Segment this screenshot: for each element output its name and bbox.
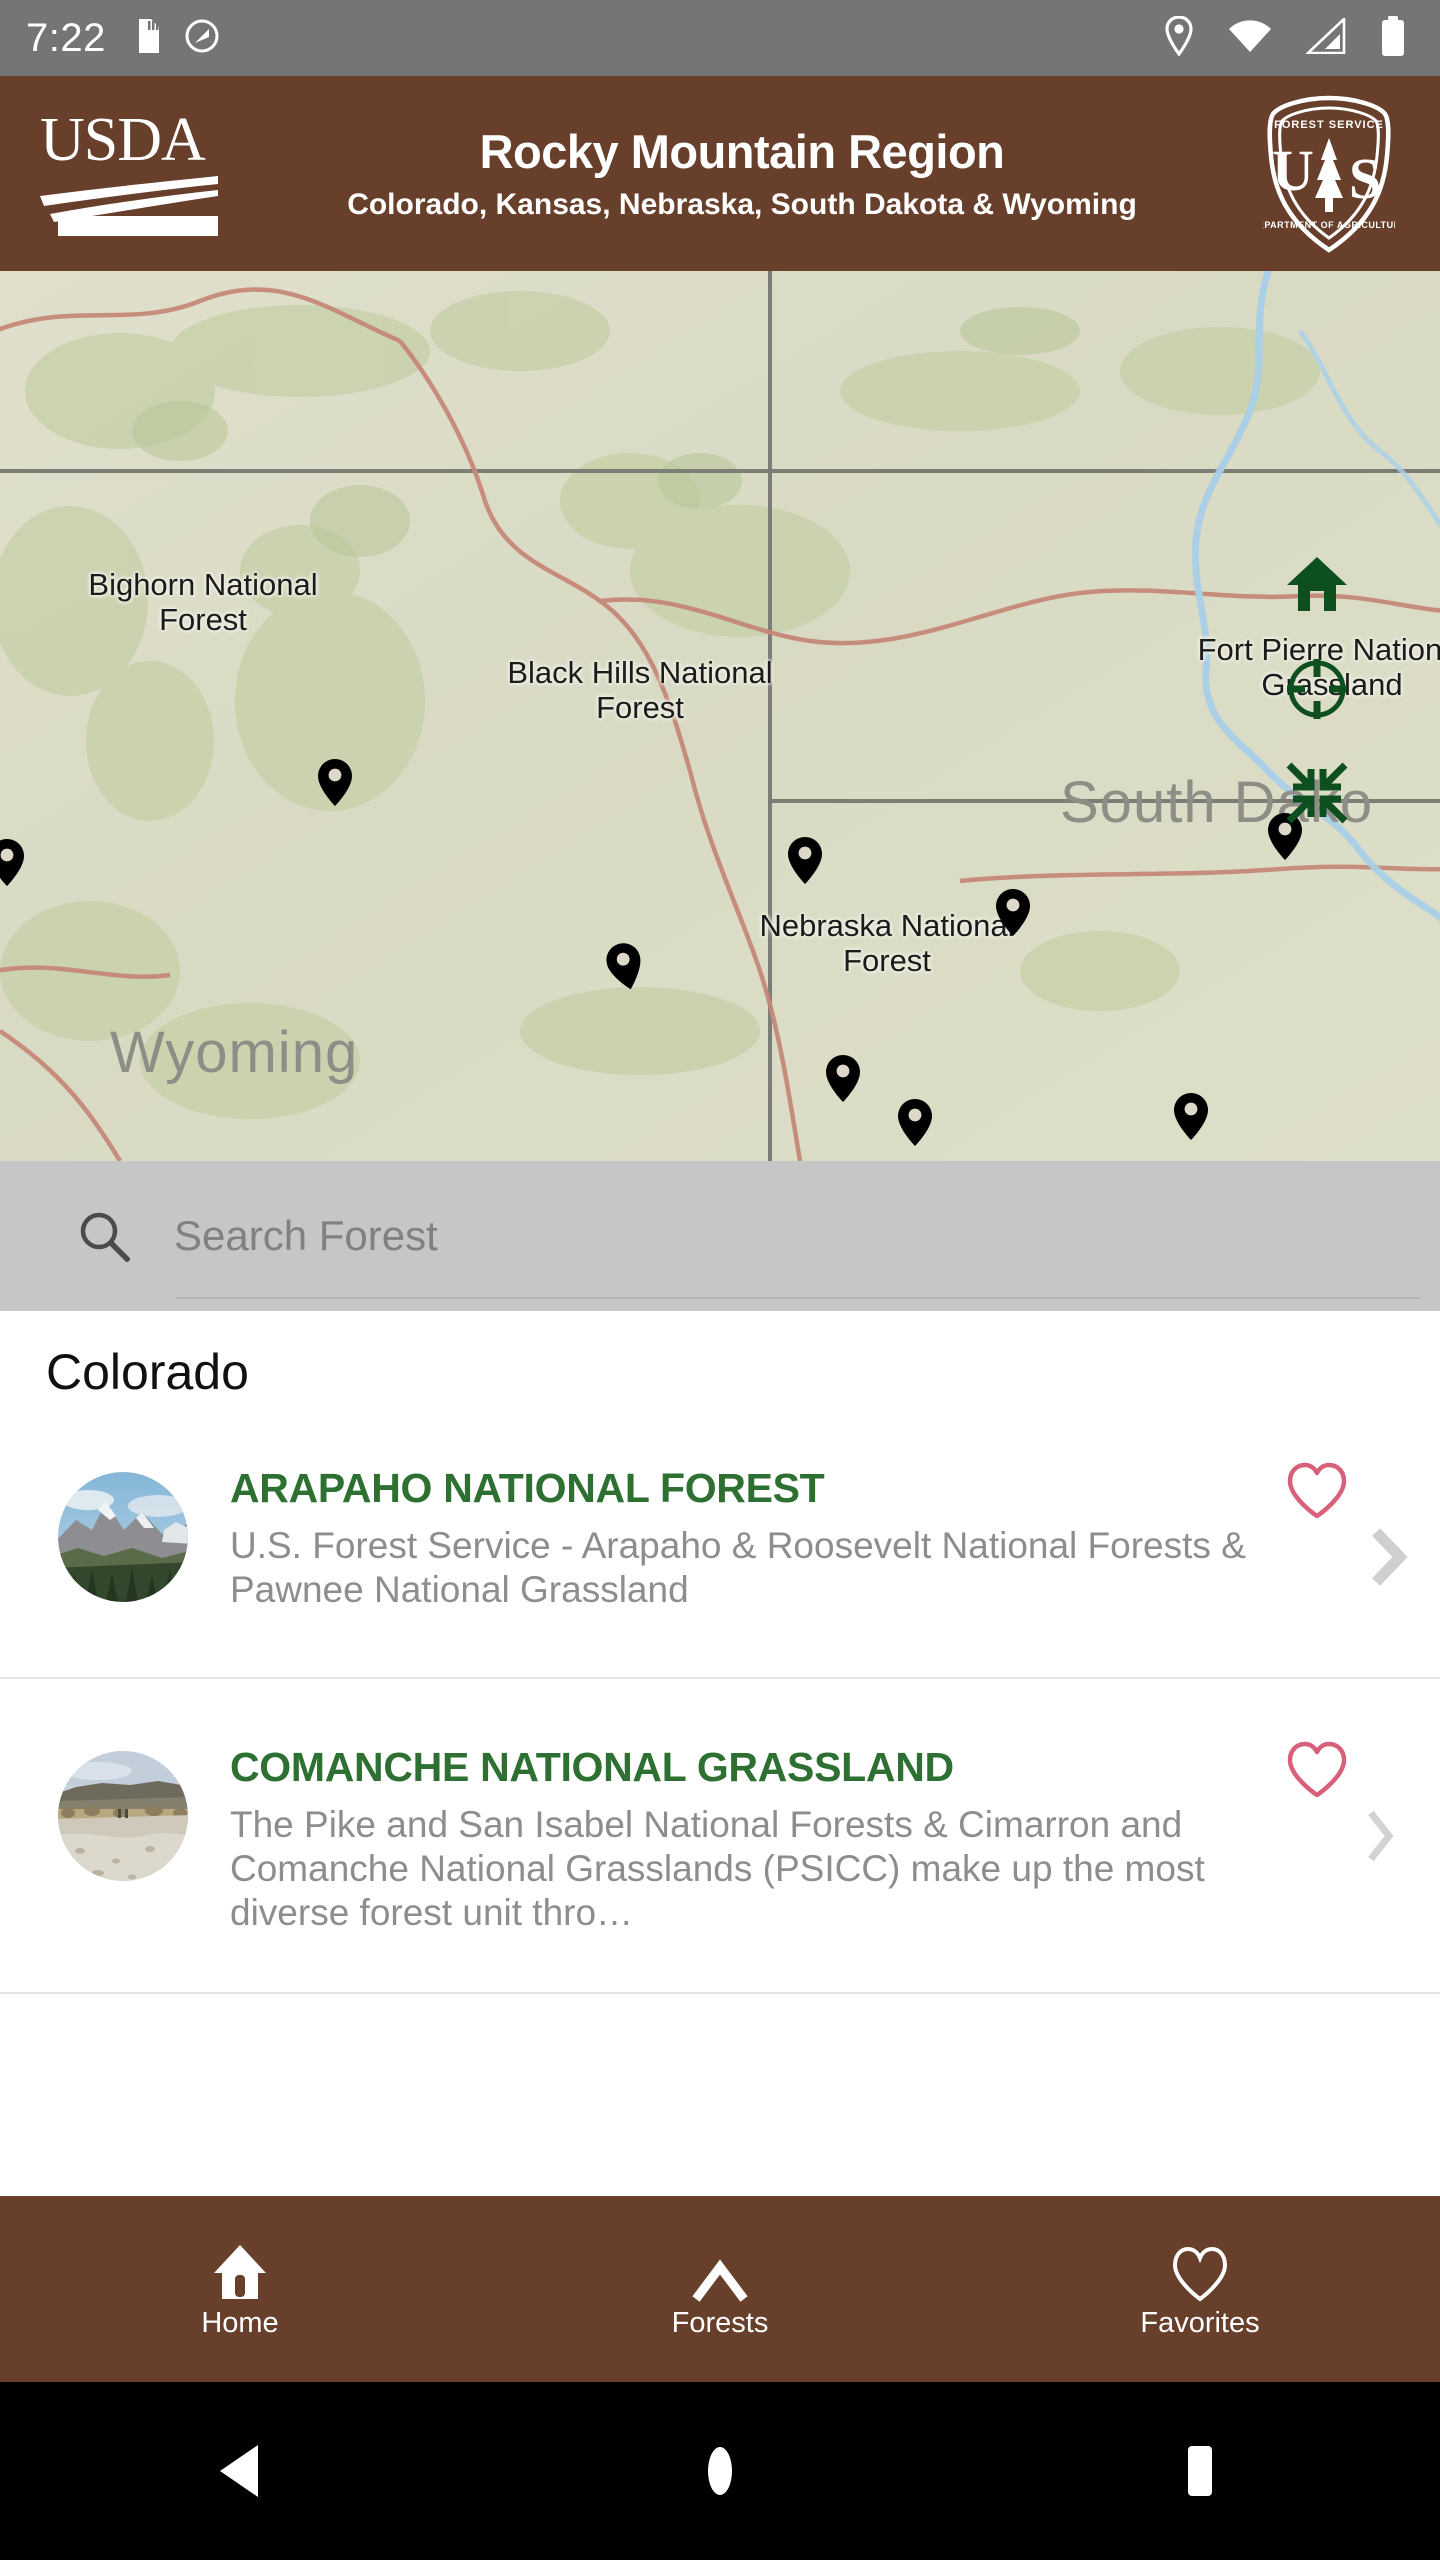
location-icon (1164, 14, 1194, 61)
home-icon (210, 2241, 270, 2303)
status-bar-clock: 7:22 (26, 16, 106, 60)
usda-logo-text: USDA (40, 106, 206, 175)
map-marker-pin[interactable] (0, 839, 24, 886)
battery-icon (1380, 15, 1406, 61)
map-view[interactable]: South Dako Wyoming Nebrask Bighorn Natio… (0, 271, 1440, 1161)
do-not-disturb-icon (184, 18, 220, 59)
collapse-arrows-icon (1286, 762, 1348, 824)
nav-tab-forests-label: Forests (671, 2306, 769, 2339)
map-marker-pin[interactable] (826, 1055, 860, 1102)
svg-text:U: U (1272, 138, 1314, 203)
list-item-description: U.S. Forest Service - Arapaho & Roosevel… (230, 1524, 1246, 1611)
usda-logo-mark (40, 175, 218, 236)
nav-tab-home[interactable]: Home (0, 2241, 480, 2338)
heart-outline-icon (1171, 2241, 1229, 2303)
list-item[interactable]: ARAPAHO NATIONAL FOREST U.S. Forest Serv… (0, 1462, 1440, 1613)
page-title: Rocky Mountain Region (479, 125, 1005, 179)
bottom-navigation: Home Forests Favorites (0, 2196, 1440, 2382)
search-underline (176, 1297, 1420, 1299)
status-bar-left-icons (136, 18, 220, 59)
heart-outline-icon (1287, 1741, 1347, 1797)
map-locate-button[interactable] (1283, 655, 1351, 723)
sd-card-icon (136, 18, 162, 58)
home-icon (1287, 557, 1347, 611)
list-item-chevron[interactable] (1368, 1528, 1410, 1590)
page-subtitle: Colorado, Kansas, Nebraska, South Dakota… (347, 187, 1137, 221)
svg-text:FOREST SERVICE: FOREST SERVICE (1274, 119, 1384, 131)
list-divider (0, 1991, 1440, 1994)
usda-logo: USDA (40, 106, 230, 236)
mountain-lake-photo (58, 1472, 188, 1602)
forest-service-shield-icon: FOREST SERVICE U S DEPARTMENT OF AGRICUL… (1254, 94, 1404, 254)
list-item-title: COMANCHE NATIONAL GRASSLAND (230, 1743, 954, 1790)
chevron-right-icon (1368, 1810, 1394, 1861)
section-header-colorado: Colorado (46, 1344, 249, 1400)
app-screen: 7:22 USDA Rocky Mountain Region Colorado… (0, 0, 1440, 2560)
forest-thumbnail (58, 1750, 188, 1881)
favorite-toggle-button[interactable] (1286, 1741, 1348, 1803)
crosshair-icon (1287, 659, 1347, 719)
forest-thumbnail (58, 1472, 188, 1602)
svg-text:DEPARTMENT OF AGRICULTURE: DEPARTMENT OF AGRICULTURE (1263, 220, 1395, 230)
map-marker-pin[interactable] (318, 759, 352, 806)
android-back-button[interactable] (0, 2443, 480, 2499)
status-bar-right-icons (1164, 14, 1406, 61)
list-item-body: ARAPAHO NATIONAL FOREST U.S. Forest Serv… (188, 1465, 1440, 1613)
list-item-chevron[interactable] (1362, 1807, 1404, 1869)
list-item-body: COMANCHE NATIONAL GRASSLAND The Pike and… (188, 1743, 1440, 1936)
search-input[interactable] (174, 1212, 1440, 1260)
android-home-button[interactable] (480, 2445, 960, 2497)
map-base-layer (0, 271, 1440, 1161)
map-home-button[interactable] (1283, 551, 1351, 619)
favorite-toggle-button[interactable] (1286, 1462, 1348, 1524)
nav-tab-favorites[interactable]: Favorites (960, 2241, 1440, 2338)
list-divider (0, 1676, 1440, 1679)
canyon-grassland-photo (58, 1750, 188, 1881)
header-text-block: Rocky Mountain Region Colorado, Kansas, … (230, 126, 1254, 221)
map-marker-pin[interactable] (898, 1099, 932, 1146)
back-triangle-icon (220, 2445, 258, 2497)
map-fit-bounds-button[interactable] (1283, 759, 1351, 827)
heart-outline-icon (1287, 1462, 1347, 1519)
forest-list: Colorado ARAPAHO NATIONAL FOREST U.S. Fo… (0, 1311, 1440, 2196)
chevron-up-icon (690, 2241, 750, 2303)
app-header: USDA Rocky Mountain Region Colorado, Kan… (0, 76, 1440, 271)
list-item-description: The Pike and San Isabel National Forests… (230, 1803, 1205, 1934)
search-bar[interactable] (0, 1161, 1440, 1311)
map-marker-pin[interactable] (788, 837, 822, 884)
nav-tab-home-label: Home (201, 2306, 279, 2339)
svg-text:S: S (1349, 146, 1381, 211)
list-item-title: ARAPAHO NATIONAL FOREST (230, 1465, 825, 1511)
android-recents-button[interactable] (960, 2444, 1440, 2498)
map-marker-pin[interactable] (1174, 1093, 1208, 1140)
android-system-nav (0, 2382, 1440, 2560)
search-icon (76, 1208, 132, 1264)
wifi-icon (1228, 18, 1272, 59)
list-item[interactable]: COMANCHE NATIONAL GRASSLAND The Pike and… (0, 1741, 1440, 1936)
status-bar: 7:22 (0, 0, 1440, 76)
cellular-signal-icon (1304, 15, 1346, 59)
nav-tab-forests[interactable]: Forests (480, 2241, 960, 2338)
map-marker-pin[interactable] (996, 889, 1030, 936)
chevron-right-icon (1372, 1528, 1408, 1586)
recents-square-icon (1188, 2446, 1212, 2496)
home-circle-icon (708, 2447, 732, 2495)
nav-tab-favorites-label: Favorites (1140, 2306, 1260, 2339)
